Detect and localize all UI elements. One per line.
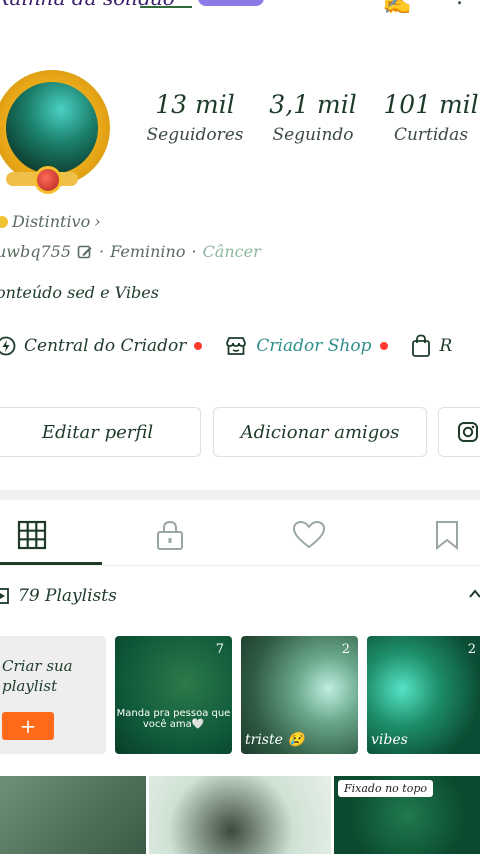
chevron-right-icon: › xyxy=(94,212,101,231)
followers-label: Seguidores xyxy=(146,125,244,145)
playlist-card[interactable]: 2 vibes xyxy=(367,636,480,754)
playlist-card[interactable]: 7 Manda pra pessoa que você ama🤍 xyxy=(115,636,232,754)
avatar[interactable] xyxy=(0,70,114,194)
creator-shop-label: Criador Shop xyxy=(256,336,372,356)
header-underline xyxy=(140,6,192,8)
bookmark-icon xyxy=(436,521,458,550)
user-id: uwbq755 xyxy=(0,242,72,261)
followers-count: 13 mil xyxy=(155,90,235,119)
chevron-up-icon[interactable] xyxy=(468,586,480,606)
info-separator: · xyxy=(99,242,105,261)
tab-private[interactable] xyxy=(120,505,220,565)
video-thumbnail[interactable] xyxy=(0,776,146,854)
tabs-separator xyxy=(0,565,480,566)
likes-count: 101 mil xyxy=(383,90,479,119)
playlist-cover-text: Manda pra pessoa que você ama🤍 xyxy=(116,708,231,730)
tab-grid[interactable] xyxy=(0,505,82,565)
notification-dot xyxy=(379,342,388,350)
heart-icon xyxy=(292,520,326,549)
more-menu-icon[interactable]: ⁝ xyxy=(456,0,463,11)
edit-signature-icon[interactable]: ✍ xyxy=(382,0,412,16)
playlist-video-count: 2 xyxy=(467,642,476,657)
grid-icon xyxy=(17,520,47,550)
create-playlist-card[interactable]: Criar sua playlist + xyxy=(0,636,106,754)
lightning-icon xyxy=(0,336,16,356)
stat-likes[interactable]: 101 mil Curtidas xyxy=(376,90,480,145)
third-tool-label: R xyxy=(439,336,453,356)
creator-tools-row: Central do Criador Criador Shop R xyxy=(0,334,474,358)
profile-bio: onteúdo sed e Vibes xyxy=(0,283,159,302)
creator-shop-link[interactable]: Criador Shop xyxy=(224,335,388,357)
create-playlist-label: Criar sua playlist xyxy=(2,657,73,695)
zodiac-label: Câncer xyxy=(202,242,261,261)
badge-coin-icon xyxy=(0,215,8,228)
tab-saved[interactable] xyxy=(397,505,480,565)
avatar-gem-icon xyxy=(34,166,62,194)
creator-center-label: Central do Criador xyxy=(24,336,187,356)
likes-label: Curtidas xyxy=(393,125,469,145)
following-count: 3,1 mil xyxy=(269,90,357,119)
video-thumbnail[interactable]: Fixado no topo xyxy=(334,776,480,854)
video-thumbnail[interactable] xyxy=(149,776,331,854)
playlist-video-count: 2 xyxy=(341,642,350,657)
tab-liked[interactable] xyxy=(259,505,359,565)
edit-profile-button[interactable]: Editar perfil xyxy=(0,407,201,457)
instagram-icon xyxy=(458,422,478,442)
profile-tabs xyxy=(0,505,480,565)
profile-header-title: Rainha da solidão xyxy=(0,0,175,10)
creator-center-link[interactable]: Central do Criador xyxy=(0,336,203,356)
shop-icon xyxy=(226,337,247,355)
stat-following[interactable]: 3,1 mil Seguindo xyxy=(258,90,368,145)
badge-link[interactable]: Distintivo › xyxy=(0,212,101,231)
create-playlist-button[interactable]: + xyxy=(2,712,54,740)
profile-info-row: uwbq755 · Feminino · Câncer xyxy=(0,242,261,261)
playlist-video-count: 7 xyxy=(215,642,224,657)
following-label: Seguindo xyxy=(272,125,354,145)
section-divider xyxy=(0,490,480,500)
playlists-header[interactable]: 79 Playlists xyxy=(0,586,117,606)
gender-label: Feminino xyxy=(110,242,186,261)
shopping-bag-icon xyxy=(411,334,430,357)
add-friends-button[interactable]: Adicionar amigos xyxy=(213,407,427,457)
stat-followers[interactable]: 13 mil Seguidores xyxy=(140,90,250,145)
playlists-count-label: 79 Playlists xyxy=(18,586,117,606)
playlist-caption: vibes xyxy=(371,732,408,748)
instagram-button[interactable] xyxy=(438,407,480,457)
lock-icon xyxy=(157,520,183,550)
header-badge-pill xyxy=(198,0,264,6)
info-separator: · xyxy=(191,242,197,261)
edit-id-icon[interactable] xyxy=(77,244,93,260)
playlist-icon xyxy=(0,588,9,604)
pinned-badge: Fixado no topo xyxy=(338,780,433,797)
badge-label: Distintivo xyxy=(12,212,91,231)
notification-dot xyxy=(194,342,203,350)
shopping-bag-link[interactable]: R xyxy=(410,334,453,358)
avatar-image xyxy=(6,82,98,174)
playlist-card[interactable]: 2 triste 😢 xyxy=(241,636,358,754)
playlist-caption: triste 😢 xyxy=(245,732,305,748)
